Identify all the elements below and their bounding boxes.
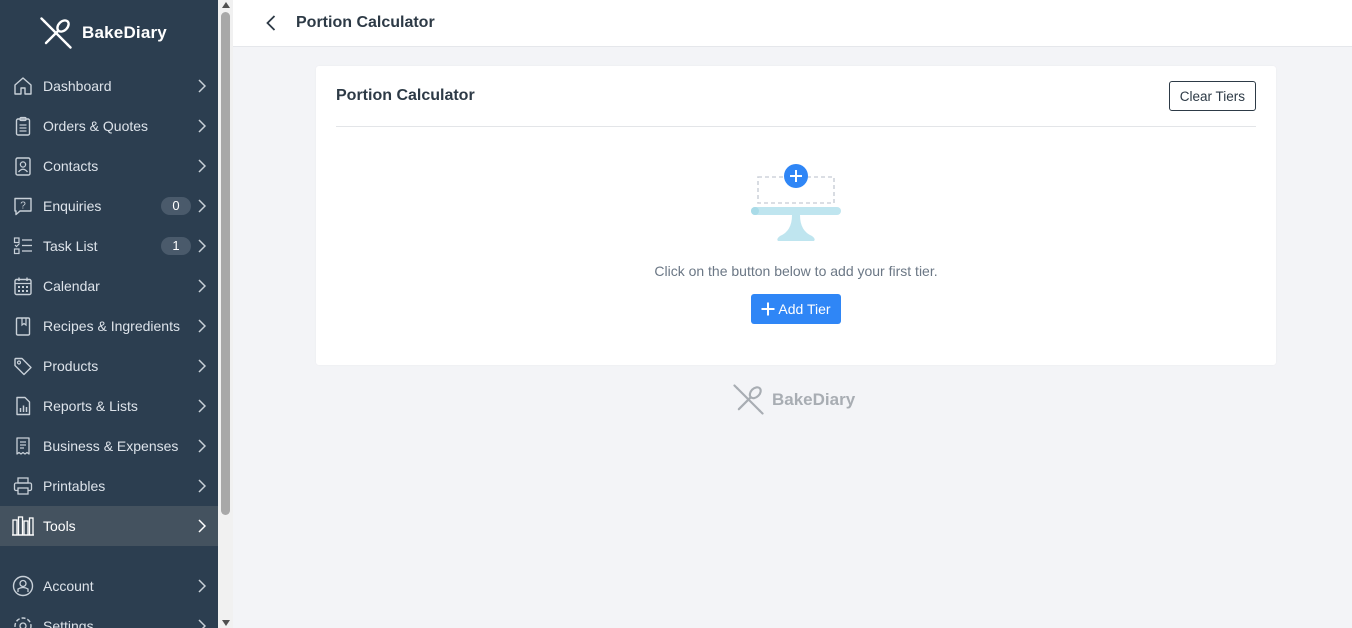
back-button[interactable] — [261, 13, 281, 33]
chevron-right-icon — [198, 579, 206, 593]
checklist-icon — [12, 235, 34, 257]
calendar-icon — [12, 275, 34, 297]
sidebar-item-label: Printables — [43, 478, 106, 494]
app-name: BakeDiary — [82, 23, 167, 42]
sidebar-item-printables[interactable]: Printables — [0, 466, 218, 506]
sidebar-item-label: Task List — [43, 238, 98, 254]
app-logo[interactable]: BakeDiary — [0, 0, 218, 66]
sidebar-item-products[interactable]: Products — [0, 346, 218, 386]
home-icon — [12, 75, 34, 97]
sidebar-item-label: Recipes & Ingredients — [43, 318, 180, 334]
scroll-up-arrow-icon[interactable] — [221, 2, 230, 8]
recipe-book-icon — [12, 315, 34, 337]
question-chat-icon: ? — [12, 195, 34, 217]
sidebar-item-enquiries[interactable]: ? Enquiries 0 — [0, 186, 218, 226]
sidebar-item-orders-quotes[interactable]: Orders & Quotes — [0, 106, 218, 146]
chevron-right-icon — [198, 79, 206, 93]
cake-stand-illustration-icon — [751, 164, 841, 241]
portion-calculator-card: Portion Calculator Clear Tiers Click on … — [316, 66, 1276, 365]
chevron-right-icon — [198, 119, 206, 133]
card-title: Portion Calculator — [336, 87, 475, 104]
whisk-rolling-pin-logo-icon — [733, 384, 764, 415]
sidebar-item-business-expenses[interactable]: Business & Expenses — [0, 426, 218, 466]
empty-state-message: Click on the button below to add your fi… — [654, 263, 938, 279]
chevron-left-icon — [266, 15, 276, 31]
sidebar-item-label: Settings — [43, 618, 94, 628]
printer-icon — [12, 475, 34, 497]
chevron-right-icon — [198, 239, 206, 253]
tools-icon — [12, 515, 34, 537]
sidebar-item-label: Products — [43, 358, 99, 374]
plus-icon — [761, 302, 775, 316]
card-header: Portion Calculator Clear Tiers — [336, 66, 1256, 127]
sidebar-item-label: Tools — [43, 518, 76, 534]
chevron-right-icon — [198, 159, 206, 173]
sidebar-item-label: Account — [43, 578, 94, 594]
report-icon — [12, 395, 34, 417]
sidebar-scrollbar-thumb[interactable] — [221, 12, 230, 515]
sidebar-item-label: Calendar — [43, 278, 100, 294]
footer-brand-name: BakeDiary — [772, 389, 856, 409]
sidebar-item-label: Reports & Lists — [43, 398, 138, 414]
sidebar-item-tools[interactable]: Tools — [0, 506, 218, 546]
receipt-icon — [12, 435, 34, 457]
sidebar-divider — [0, 546, 218, 566]
sidebar-item-task-list[interactable]: Task List 1 — [0, 226, 218, 266]
sidebar-item-calendar[interactable]: Calendar — [0, 266, 218, 306]
sidebar-item-label: Business & Expenses — [43, 438, 179, 454]
page-title: Portion Calculator — [296, 14, 435, 31]
sidebar-item-settings[interactable]: Settings — [0, 606, 218, 628]
chevron-right-icon — [198, 619, 206, 628]
chevron-right-icon — [198, 359, 206, 373]
footer-brand: BakeDiary — [733, 384, 855, 415]
clipboard-icon — [12, 115, 34, 137]
chevron-right-icon — [198, 399, 206, 413]
tag-icon — [12, 355, 34, 377]
contact-card-icon — [12, 155, 34, 177]
sidebar-item-dashboard[interactable]: Dashboard — [0, 66, 218, 106]
add-tier-button[interactable]: Add Tier — [751, 294, 841, 324]
svg-text:?: ? — [20, 201, 26, 212]
sidebar-item-label: Enquiries — [43, 198, 102, 214]
whisk-rolling-pin-logo-icon — [40, 17, 72, 49]
chevron-right-icon — [198, 519, 206, 533]
top-bar: Portion Calculator — [233, 0, 1352, 47]
add-tier-label: Add Tier — [778, 301, 831, 317]
chevron-right-icon — [198, 479, 206, 493]
scroll-down-arrow-icon[interactable] — [221, 620, 230, 626]
sidebar: BakeDiary Dashboard Orders & Quotes Cont… — [0, 0, 218, 628]
chevron-right-icon — [198, 199, 206, 213]
sidebar-nav: Dashboard Orders & Quotes Contacts ? Enq… — [0, 66, 218, 628]
task-count-badge: 1 — [161, 237, 191, 255]
enquiries-count-badge: 0 — [161, 197, 191, 215]
sidebar-item-account[interactable]: Account — [0, 566, 218, 606]
empty-state: Click on the button below to add your fi… — [316, 161, 1276, 324]
sidebar-item-label: Contacts — [43, 158, 99, 174]
chevron-right-icon — [198, 439, 206, 453]
sidebar-item-reports-lists[interactable]: Reports & Lists — [0, 386, 218, 426]
clear-tiers-button[interactable]: Clear Tiers — [1168, 81, 1256, 111]
settings-icon — [12, 615, 34, 628]
sidebar-item-contacts[interactable]: Contacts — [0, 146, 218, 186]
chevron-right-icon — [198, 279, 206, 293]
sidebar-item-recipes-ingredients[interactable]: Recipes & Ingredients — [0, 306, 218, 346]
chevron-right-icon — [198, 319, 206, 333]
sidebar-item-label: Dashboard — [43, 78, 112, 94]
sidebar-item-label: Orders & Quotes — [43, 118, 149, 134]
account-icon — [12, 575, 34, 597]
